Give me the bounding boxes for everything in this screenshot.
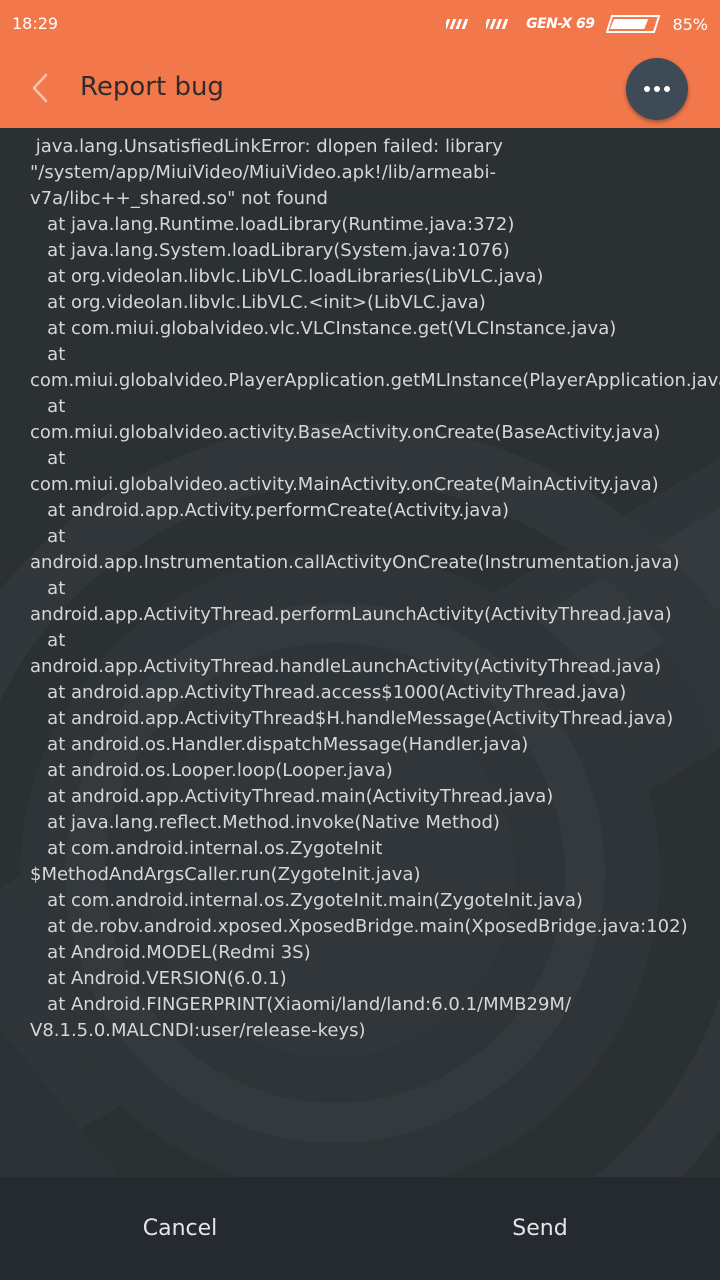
back-arrow-icon [32,73,48,103]
signal-icon [486,19,509,29]
page-title: Report bug [80,72,224,102]
send-button[interactable]: Send [360,1177,720,1280]
battery-icon [606,15,661,33]
back-button[interactable] [20,68,60,108]
more-dots-icon [644,86,670,92]
footer-actions: Cancel Send [0,1177,720,1280]
status-icons: GEN-X 69 85% [446,12,708,36]
status-time: 18:29 [12,14,59,33]
report-content[interactable]: java.lang.UnsatisfiedLinkError: dlopen f… [0,128,720,1177]
status-bar: 18:29 GEN-X 69 85% [0,0,720,50]
signal-icon [446,19,469,29]
cancel-button[interactable]: Cancel [0,1177,360,1280]
header: 18:29 GEN-X 69 85% Report bug [0,0,720,128]
battery-percent: 85% [672,14,708,34]
carrier-logo: GEN-X 69 [526,16,595,32]
app-bar: Report bug [0,50,720,128]
bug-report-log: java.lang.UnsatisfiedLinkError: dlopen f… [30,136,720,1041]
more-options-button[interactable] [626,58,688,120]
